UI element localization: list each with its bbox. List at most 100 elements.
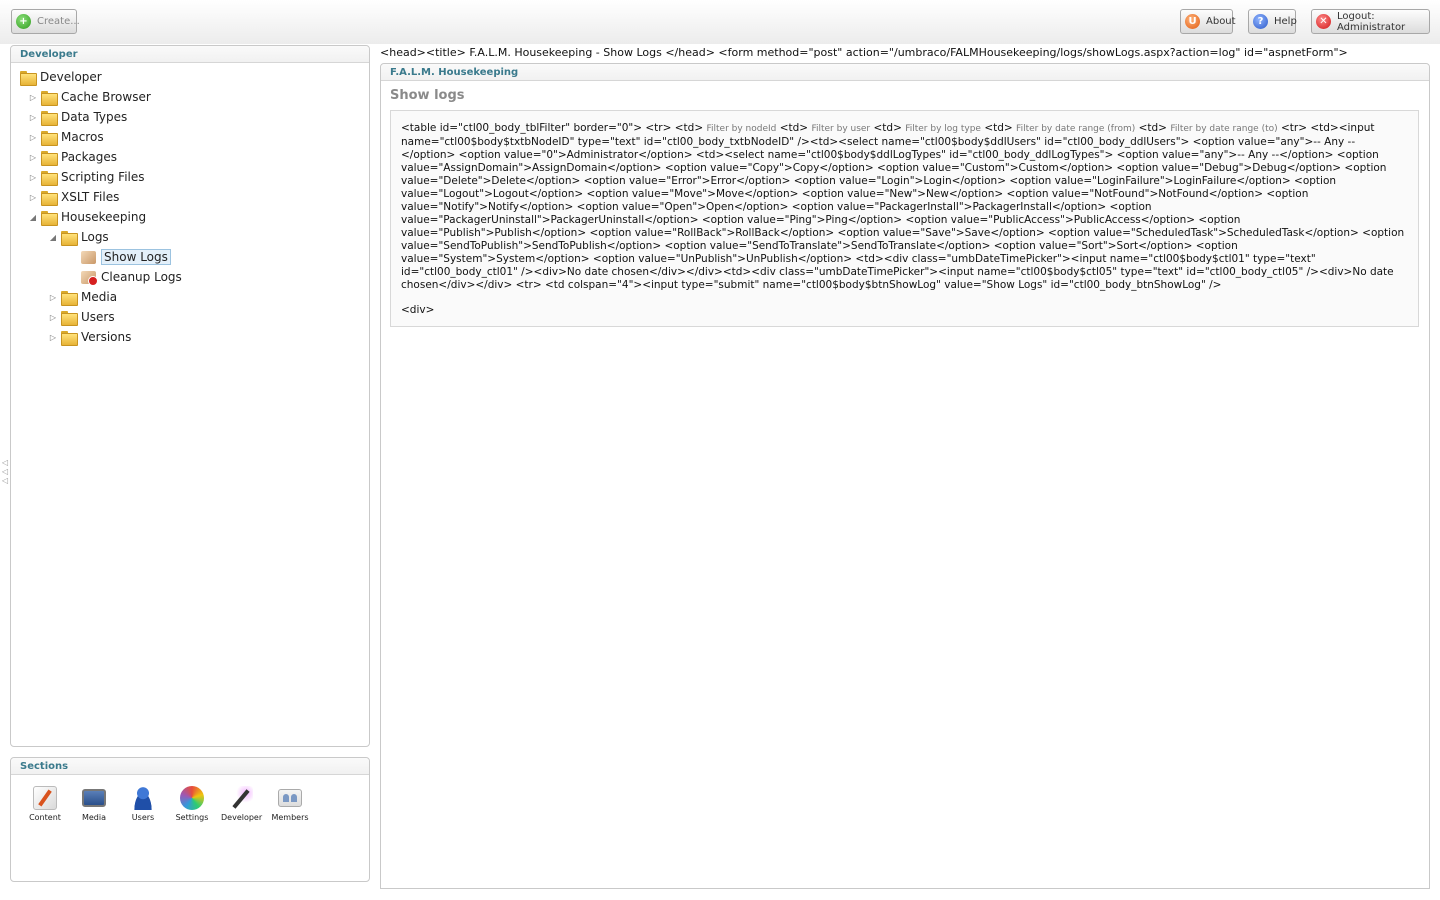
folder-icon [61, 290, 78, 306]
media-icon [82, 789, 106, 807]
logout-button-label: Logout: Administrator [1337, 10, 1406, 33]
expand-arrow-icon[interactable]: ▷ [28, 152, 38, 162]
help-button[interactable]: ? Help [1248, 9, 1297, 34]
section-label: Content [29, 813, 61, 822]
content-icon [33, 786, 57, 810]
sections-panel-title: Sections [11, 758, 369, 775]
tree-node-label: Show Logs [101, 249, 171, 265]
logout-button[interactable]: ✕ Logout: Administrator [1311, 9, 1430, 34]
tree-node-media[interactable]: ▷ Media [48, 288, 117, 306]
tree-node-label: Cleanup Logs [101, 270, 182, 284]
code-fragment: <td> [984, 122, 1013, 134]
tree-node-label: Media [81, 290, 118, 304]
create-button-label: Create... [37, 16, 80, 27]
tree-node-logs[interactable]: ◢ Logs [48, 228, 109, 246]
expand-arrow-icon[interactable]: ▷ [48, 292, 58, 302]
section-members[interactable]: Members [270, 786, 310, 822]
section-media[interactable]: Media [74, 786, 114, 822]
members-icon [278, 789, 302, 807]
code-div-fragment: <div> [401, 304, 435, 316]
expand-arrow-icon[interactable]: ▷ [48, 332, 58, 342]
code-fragment: <td> [873, 122, 902, 134]
folder-icon [41, 170, 58, 186]
expand-arrow-icon[interactable]: ▷ [28, 92, 38, 102]
tree-node-label: Cache Browser [61, 90, 151, 104]
folder-icon [61, 330, 78, 346]
section-users[interactable]: Users [123, 786, 163, 822]
expand-arrow-icon[interactable]: ▷ [28, 192, 38, 202]
filter-label: Filter by log type [905, 124, 981, 134]
tree-panel-title: Developer [11, 46, 369, 63]
tree-node-label: Logs [81, 230, 109, 244]
create-button[interactable]: + Create... [11, 9, 80, 34]
raw-markup-box: <table id="ctl00_body_tblFilter" border=… [390, 110, 1419, 327]
about-button[interactable]: U About [1180, 9, 1236, 34]
tree-node-versions[interactable]: ▷ Versions [48, 328, 131, 346]
folder-icon [41, 90, 58, 106]
page-title: Show logs [390, 88, 465, 103]
settings-icon [180, 786, 204, 810]
tree-node-data-types[interactable]: ▷ Data Types [28, 108, 127, 126]
filter-label: Filter by user [811, 124, 871, 134]
tree-node-macros[interactable]: ▷ Macros [28, 128, 104, 146]
section-label: Settings [175, 813, 209, 822]
main-panel-title: F.A.L.M. Housekeeping [381, 64, 1429, 81]
tree-root-developer[interactable]: Developer [20, 68, 102, 86]
tree-node-label: Developer [40, 70, 102, 84]
folder-icon [41, 210, 58, 226]
section-content[interactable]: Content [25, 786, 65, 822]
show-logs-icon [81, 250, 96, 264]
folder-icon [41, 110, 58, 126]
folder-icon [41, 150, 58, 166]
section-label: Users [131, 813, 155, 822]
section-label: Members [271, 813, 309, 822]
tree-node-label: Users [81, 310, 115, 324]
tree-node-label: XSLT Files [61, 190, 120, 204]
folder-icon [41, 130, 58, 146]
tree-node-label: Packages [61, 150, 117, 164]
raw-head-markup: <head><title> F.A.L.M. Housekeeping - Sh… [380, 46, 1348, 59]
users-icon [131, 786, 155, 810]
collapse-arrow-icon[interactable]: ◢ [48, 232, 58, 242]
folder-icon [61, 230, 78, 246]
expand-arrow-icon[interactable]: ▷ [28, 172, 38, 182]
tree-node-label: Versions [81, 330, 132, 344]
tree-node-label: Scripting Files [61, 170, 145, 184]
tree-node-users[interactable]: ▷ Users [48, 308, 115, 326]
tree-node-label: Data Types [61, 110, 128, 124]
panel-resize-handle[interactable]: ◁ ◁ ◁ [2, 458, 8, 486]
folder-icon [61, 310, 78, 326]
tree-node-housekeeping[interactable]: ◢ Housekeeping [28, 208, 146, 226]
section-settings[interactable]: Settings [172, 786, 212, 822]
expand-arrow-icon[interactable]: ▷ [28, 132, 38, 142]
filter-label: Filter by nodeId [706, 124, 777, 134]
tree-node-label: Housekeeping [61, 210, 147, 224]
logout-icon: ✕ [1316, 14, 1331, 29]
tree-node-cleanup-logs[interactable]: Cleanup Logs [81, 268, 182, 286]
section-developer[interactable]: Developer [221, 786, 263, 822]
expand-arrow-icon[interactable]: ▷ [48, 312, 58, 322]
tree-node-label: Macros [61, 130, 104, 144]
tree-node-show-logs[interactable]: Show Logs [81, 248, 171, 266]
about-icon: U [1185, 14, 1200, 29]
filter-label: Filter by date range (from) [1016, 124, 1136, 134]
section-label: Developer [221, 813, 263, 822]
expand-arrow-icon[interactable]: ▷ [28, 112, 38, 122]
tree-node-packages[interactable]: ▷ Packages [28, 148, 117, 166]
tree-node-cache-browser[interactable]: ▷ Cache Browser [28, 88, 151, 106]
folder-icon [20, 70, 37, 86]
developer-icon [229, 786, 253, 810]
code-fragment: <td> [779, 122, 809, 134]
code-fragment: <tr> <td><input name="ctl00$body$txtbNod… [401, 122, 1405, 291]
tree-node-xslt-files[interactable]: ▷ XSLT Files [28, 188, 119, 206]
collapse-arrow-icon[interactable]: ◢ [28, 212, 38, 222]
plus-icon: + [16, 14, 31, 29]
about-button-label: About [1206, 16, 1236, 27]
code-fragment: <td> [1138, 122, 1167, 134]
tree-node-scripting-files[interactable]: ▷ Scripting Files [28, 168, 145, 186]
raw-markup-code: <table id="ctl00_body_tblFilter" border=… [401, 122, 1408, 292]
top-toolbar: + Create... U About ? Help ✕ Logout: Adm… [0, 0, 1440, 44]
cleanup-logs-icon [81, 270, 98, 286]
help-button-label: Help [1274, 16, 1297, 27]
section-label: Media [81, 813, 107, 822]
